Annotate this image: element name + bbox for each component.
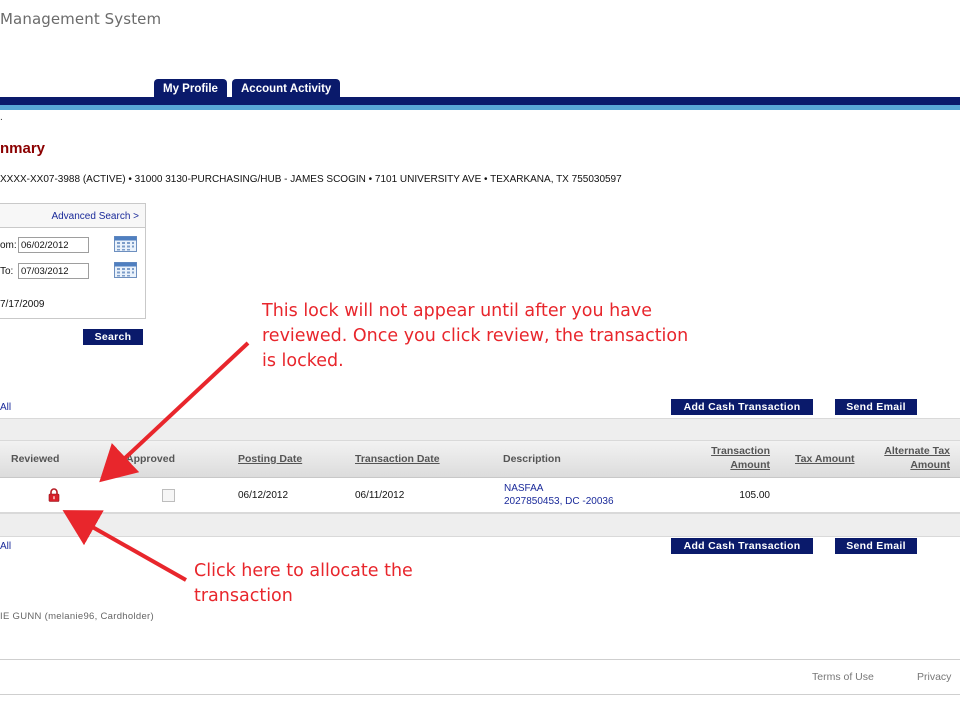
search-filter-panel: Advanced Search > om: To: 7/17/2009 — [0, 203, 146, 319]
lock-annotation-text: This lock will not appear until after yo… — [262, 301, 689, 371]
column-transaction-date[interactable]: Transaction Date — [355, 453, 440, 465]
select-all-link[interactable]: All — [0, 402, 11, 413]
calendar-icon[interactable] — [114, 262, 137, 278]
column-alternate-tax-amount[interactable]: Alternate Tax Amount — [884, 445, 950, 471]
description-merchant-link[interactable]: NASFAA — [504, 483, 543, 494]
column-approved: Approved — [126, 453, 176, 465]
send-email-button[interactable]: Send Email — [835, 399, 917, 415]
add-cash-transaction-button-bottom[interactable]: Add Cash Transaction — [671, 538, 813, 554]
table-top-band — [0, 418, 960, 441]
privacy-link[interactable]: Privacy — [917, 671, 951, 683]
nav-bar-accent — [0, 105, 960, 110]
column-transaction-amount-line1: Transaction — [711, 445, 770, 457]
send-email-button-bottom[interactable]: Send Email — [835, 538, 917, 554]
column-transaction-amount-line2: Amount — [730, 459, 770, 471]
nav-bar — [0, 97, 960, 105]
advanced-search-link[interactable]: Advanced Search > — [51, 211, 139, 222]
tab-my-profile[interactable]: My Profile — [154, 79, 227, 99]
page-title: nmary — [0, 140, 46, 157]
account-since-date: 7/17/2009 — [0, 299, 45, 310]
lock-icon[interactable] — [48, 488, 60, 507]
breadcrumb: . — [0, 112, 3, 123]
filter-panel-header: Advanced Search > — [0, 204, 145, 228]
search-button[interactable]: Search — [83, 329, 143, 345]
footer-bottom-divider — [0, 694, 960, 695]
column-posting-date[interactable]: Posting Date — [238, 453, 302, 465]
posting-date-cell: 06/12/2012 — [238, 490, 289, 501]
approved-checkbox[interactable] — [162, 489, 175, 502]
column-alternate-tax-line2: Amount — [910, 459, 950, 471]
column-alternate-tax-line1: Alternate Tax — [884, 445, 950, 457]
description-location-link[interactable]: 2027850453, DC -20036 — [504, 496, 614, 507]
transaction-amount-cell: 105.00 — [739, 490, 770, 501]
from-date-label: om: — [0, 240, 17, 251]
app-title: Management System — [0, 10, 162, 28]
account-info: XXXX-XX07-3988 (ACTIVE) • 31000 3130-PUR… — [0, 174, 622, 185]
table-row[interactable]: 06/12/2012 06/11/2012 NASFAA 2027850453,… — [0, 478, 960, 513]
from-date-input[interactable] — [18, 237, 89, 253]
footer-divider — [0, 659, 960, 660]
select-all-link-bottom[interactable]: All — [0, 541, 11, 552]
column-tax-amount[interactable]: Tax Amount — [795, 453, 855, 465]
to-date-input[interactable] — [18, 263, 89, 279]
allocate-annotation-text: Click here to allocate the transaction — [194, 561, 413, 606]
table-header-row: Reviewed Approved Posting Date Transacti… — [0, 441, 960, 478]
column-transaction-amount[interactable]: Transaction Amount — [711, 445, 770, 471]
table-bottom-band — [0, 513, 960, 537]
transaction-date-cell: 06/11/2012 — [355, 490, 405, 501]
column-reviewed: Reviewed — [11, 453, 60, 465]
column-description: Description — [503, 453, 561, 465]
add-cash-transaction-button[interactable]: Add Cash Transaction — [671, 399, 813, 415]
terms-of-use-link[interactable]: Terms of Use — [812, 671, 874, 683]
user-info: IE GUNN (melanie96, Cardholder) — [0, 611, 154, 622]
to-date-label: To: — [0, 266, 14, 277]
calendar-icon[interactable] — [114, 236, 137, 252]
tab-account-activity[interactable]: Account Activity — [232, 79, 341, 99]
